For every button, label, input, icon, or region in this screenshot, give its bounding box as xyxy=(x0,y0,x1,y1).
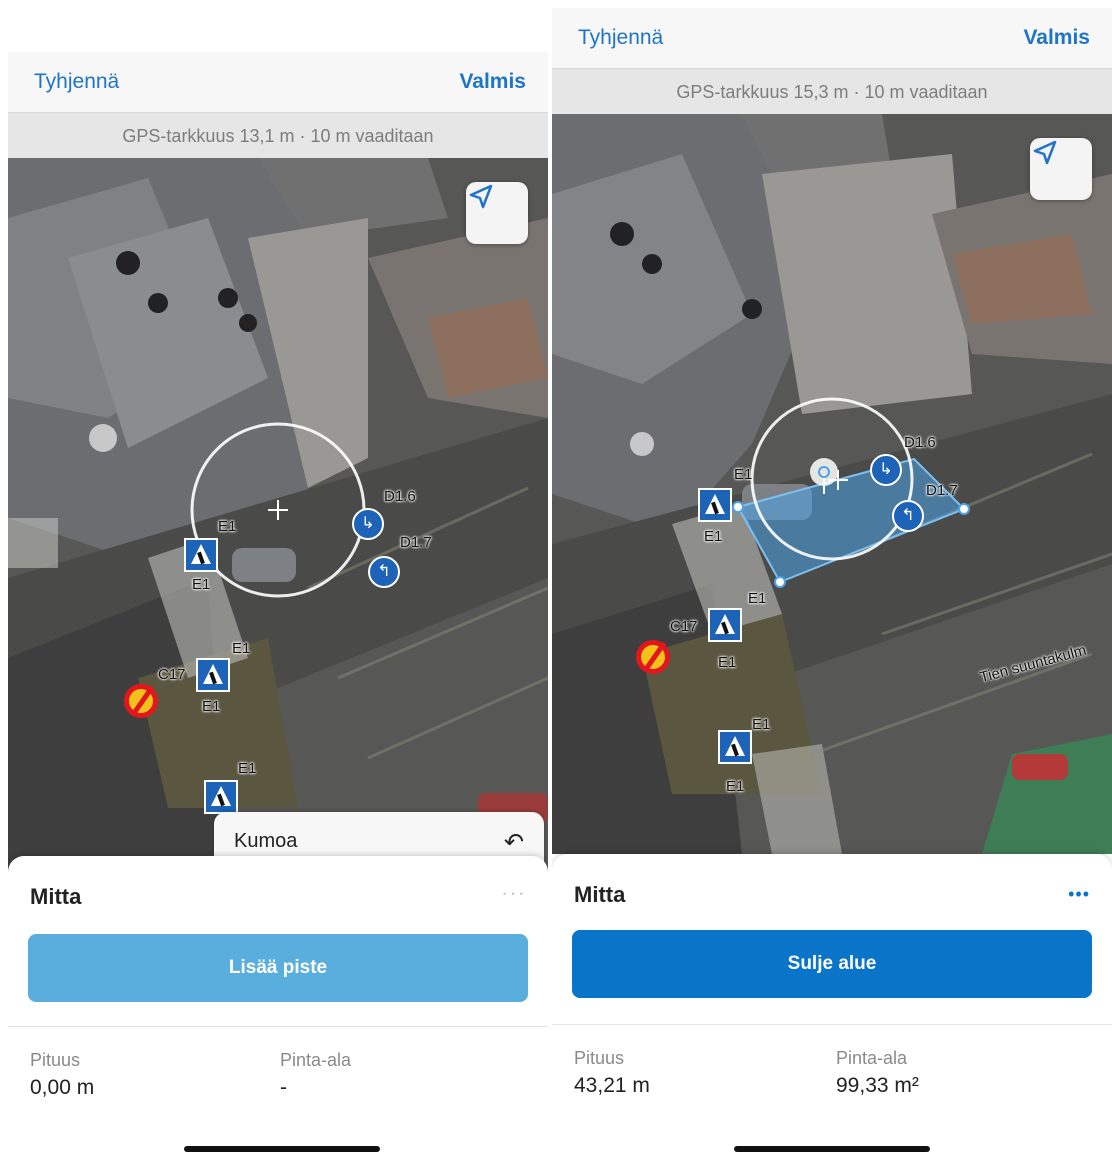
map-label-d17: D1.7 xyxy=(926,482,958,499)
done-button[interactable]: Valmis xyxy=(459,70,526,94)
map-view[interactable]: ↳ ↰ E1 E1 E1 E1 E1 D1.6 D1.7 C17 xyxy=(8,158,548,878)
area-value: - xyxy=(280,1076,287,1099)
map-label-e1: E1 xyxy=(726,778,745,795)
pedestrian-crossing-sign xyxy=(698,488,732,522)
map-label-c17: C17 xyxy=(670,618,698,635)
top-bar: Tyhjennä Valmis xyxy=(8,52,548,112)
pedestrian-crossing-sign xyxy=(718,730,752,764)
area-value: 99,33 m² xyxy=(836,1074,919,1097)
locate-button[interactable] xyxy=(1030,138,1092,200)
undo-label: Kumoa xyxy=(234,830,298,852)
no-stopping-sign xyxy=(636,640,670,674)
map-label-e1: E1 xyxy=(704,528,723,545)
pedestrian-crossing-sign xyxy=(708,608,742,642)
no-stopping-sign xyxy=(124,684,158,718)
map-label-c17: C17 xyxy=(158,666,186,683)
pedestrian-crossing-sign xyxy=(196,658,230,692)
panel-title: Mitta xyxy=(30,884,82,909)
satellite-imagery xyxy=(552,114,1112,854)
map-view[interactable]: ↳ ↰ E1 E1 E1 E1 E1 E1 D1.6 D1.7 C17 Tien… xyxy=(552,114,1112,854)
direction-sign-d16: ↳ xyxy=(870,454,902,486)
map-label-e1: E1 xyxy=(752,716,771,733)
map-label-e1: E1 xyxy=(218,518,237,535)
map-label-d17: D1.7 xyxy=(400,534,432,551)
location-arrow-icon xyxy=(469,184,493,209)
close-area-button[interactable]: Sulje alue xyxy=(572,930,1092,998)
map-label-e1: E1 xyxy=(202,698,221,715)
pedestrian-crossing-sign xyxy=(204,780,238,814)
top-bar: Tyhjennä Valmis xyxy=(552,8,1112,68)
divider xyxy=(552,1024,1112,1025)
map-label-d16: D1.6 xyxy=(384,488,416,505)
map-label-d16: D1.6 xyxy=(904,434,936,451)
length-value: 43,21 m xyxy=(574,1074,650,1097)
direction-sign-d17: ↰ xyxy=(368,556,400,588)
length-value: 0,00 m xyxy=(30,1076,95,1099)
direction-sign-d17: ↰ xyxy=(892,500,924,532)
panel-title: Mitta xyxy=(574,882,626,907)
clear-button[interactable]: Tyhjennä xyxy=(34,70,119,94)
add-point-button[interactable]: Lisää piste xyxy=(28,934,528,1002)
gps-accuracy-bar: GPS-tarkkuus 15,3 m · 10 m vaaditaan xyxy=(552,68,1112,115)
location-arrow-icon xyxy=(1033,140,1057,165)
map-label-e1: E1 xyxy=(734,466,753,483)
done-button[interactable]: Valmis xyxy=(1023,26,1090,50)
locate-button[interactable] xyxy=(466,182,528,244)
map-label-e1: E1 xyxy=(192,576,211,593)
measure-panel: Mitta ··· Lisää piste Pituus 0,00 m Pint… xyxy=(8,856,548,1152)
more-options-icon[interactable]: ••• xyxy=(1068,884,1090,905)
pedestrian-crossing-sign xyxy=(184,538,218,572)
undo-icon: ↶ xyxy=(503,829,524,856)
home-indicator[interactable] xyxy=(734,1146,930,1152)
map-label-e1: E1 xyxy=(718,654,737,671)
area-label: Pinta-ala xyxy=(836,1048,908,1068)
clear-button[interactable]: Tyhjennä xyxy=(578,26,663,50)
divider xyxy=(8,1026,548,1027)
direction-sign-d16: ↳ xyxy=(352,508,384,540)
measure-panel: Mitta ••• Sulje alue Pituus 43,21 m Pint… xyxy=(552,854,1112,1152)
length-label: Pituus xyxy=(574,1048,625,1068)
home-indicator[interactable] xyxy=(184,1146,380,1152)
satellite-imagery xyxy=(8,158,548,878)
measure-screen-after: Tyhjennä Valmis GPS-tarkkuus 15,3 m · 10… xyxy=(552,8,1112,1152)
gps-accuracy-bar: GPS-tarkkuus 13,1 m · 10 m vaaditaan xyxy=(8,112,548,159)
length-label: Pituus xyxy=(30,1050,81,1070)
more-options-icon[interactable]: ··· xyxy=(501,880,526,906)
measure-screen-before: Tyhjennä Valmis GPS-tarkkuus 13,1 m · 10… xyxy=(8,52,548,1152)
map-label-e1: E1 xyxy=(748,590,767,607)
map-label-e1: E1 xyxy=(238,760,257,777)
area-label: Pinta-ala xyxy=(280,1050,352,1070)
map-label-e1: E1 xyxy=(232,640,251,657)
